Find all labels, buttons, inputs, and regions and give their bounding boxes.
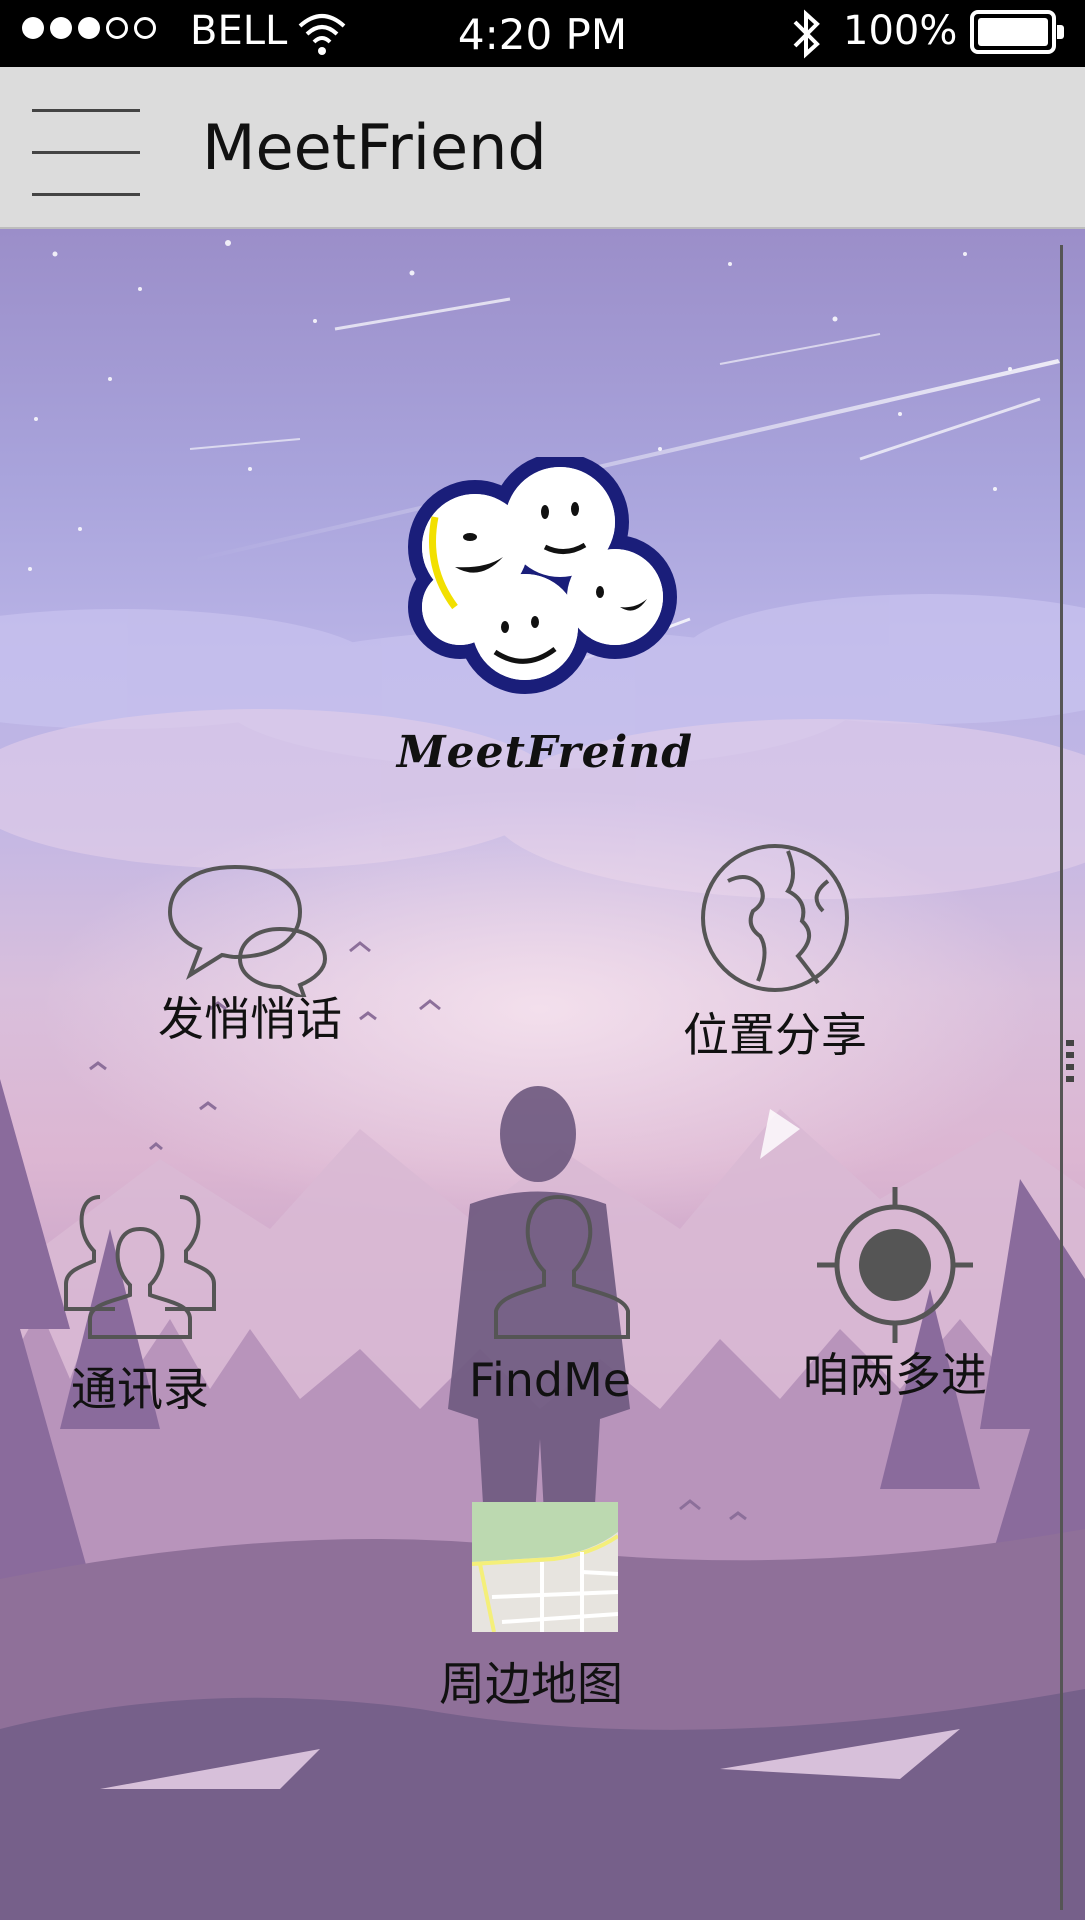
- target-icon: [817, 1187, 973, 1343]
- nearby-map-tile[interactable]: 周边地图: [439, 1502, 650, 1714]
- get-closer-label: 咱两多进: [803, 1348, 987, 1402]
- app-bar: MeetFriend: [0, 67, 1085, 229]
- battery-percentage: 100%: [843, 8, 958, 54]
- location-share-tile[interactable]: 位置分享: [670, 841, 880, 1065]
- chat-bubbles-icon: [167, 864, 328, 997]
- findme-label: FindMe: [468, 1353, 632, 1407]
- person-icon: [494, 1194, 630, 1339]
- whisper-label: 发悄悄话: [158, 992, 342, 1046]
- app-title: MeetFriend: [202, 111, 547, 184]
- bluetooth-icon: [785, 8, 829, 64]
- contacts-label: 通讯录: [71, 1362, 209, 1416]
- meetfriend-logo: [385, 453, 705, 711]
- findme-tile[interactable]: FindMe: [450, 1189, 670, 1407]
- hamburger-menu-icon[interactable]: [32, 109, 142, 196]
- status-bar: BELL 4:20 PM 100%: [0, 0, 1085, 67]
- map-icon: [472, 1502, 618, 1632]
- globe-icon: [701, 844, 849, 992]
- get-closer-tile[interactable]: 咱两多进: [790, 1185, 1000, 1405]
- background-scene: MeetFreind 发悄悄话 位置分享 通讯录 FindMe 咱两多进 周边地…: [0, 229, 1085, 1920]
- logo-wordmark: MeetFreind: [396, 727, 694, 778]
- scrollbar[interactable]: [1060, 245, 1063, 1910]
- whisper-tile[interactable]: 发悄悄话: [145, 857, 355, 1049]
- nearby-map-label: 周边地图: [439, 1657, 623, 1711]
- contacts-group-icon: [64, 1195, 216, 1339]
- scroll-grip-handle[interactable]: [1066, 1040, 1074, 1088]
- contacts-tile[interactable]: 通讯录: [50, 1189, 230, 1419]
- location-share-label: 位置分享: [683, 1008, 867, 1062]
- battery-icon: [970, 10, 1064, 54]
